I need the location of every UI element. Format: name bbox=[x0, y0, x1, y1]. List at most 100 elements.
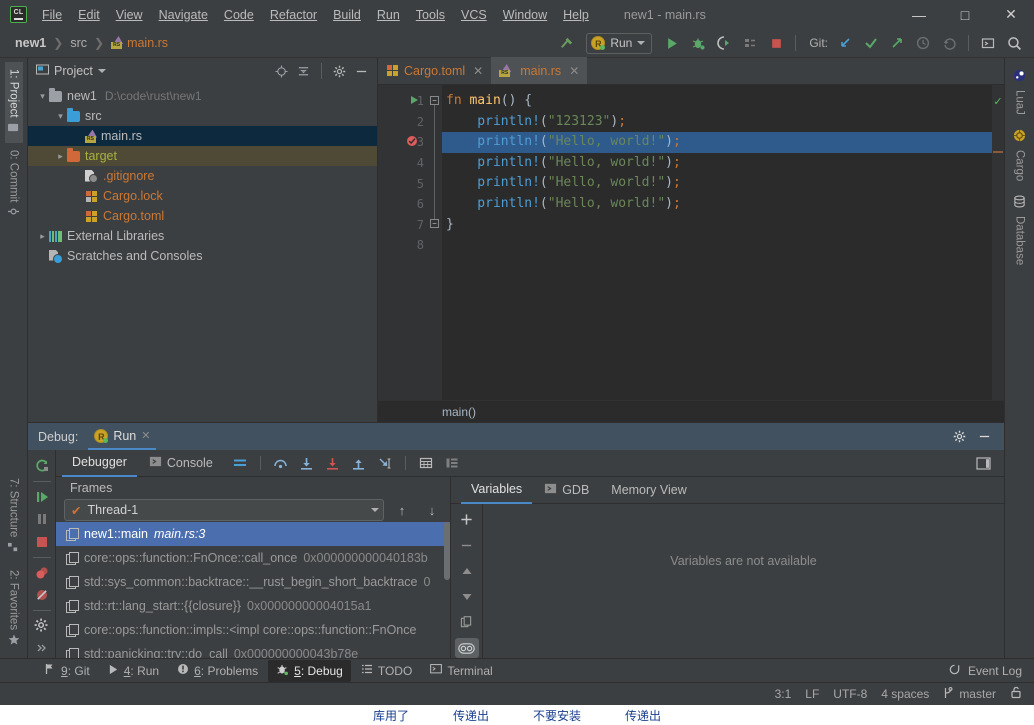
breakpoint-icon[interactable] bbox=[404, 135, 420, 150]
git-commit-icon[interactable] bbox=[859, 32, 883, 54]
tree-row-cargo-lock[interactable]: Cargo.lock bbox=[28, 186, 377, 206]
menu-file[interactable]: File bbox=[35, 4, 69, 26]
evaluate-icon[interactable] bbox=[415, 453, 437, 473]
close-icon[interactable]: ✕ bbox=[473, 64, 483, 78]
bottom-tab-problems[interactable]: 6: Problems bbox=[169, 660, 266, 681]
hide-panel-icon[interactable] bbox=[352, 62, 371, 81]
bottom-tab-terminal[interactable]: Terminal bbox=[422, 660, 500, 681]
menu-code[interactable]: Code bbox=[217, 4, 261, 26]
more-icon[interactable] bbox=[30, 638, 54, 658]
indent-setting[interactable]: 4 spaces bbox=[881, 687, 929, 701]
file-encoding[interactable]: UTF-8 bbox=[833, 687, 867, 701]
tab-main-rs[interactable]: main.rs ✕ bbox=[491, 57, 588, 84]
tree-row-scratches[interactable]: Scratches and Consoles bbox=[28, 246, 377, 266]
breadcrumb-src[interactable]: src bbox=[67, 35, 90, 51]
tab-console[interactable]: Console bbox=[139, 450, 223, 477]
bottom-tab-git[interactable]: 9: Git bbox=[36, 660, 98, 681]
frame-row[interactable]: std::sys_common::backtrace::__rust_begin… bbox=[56, 570, 450, 594]
step-into-icon[interactable] bbox=[296, 453, 318, 473]
tree-row-target[interactable]: target bbox=[28, 146, 377, 166]
settings-gear-icon[interactable] bbox=[30, 616, 54, 636]
chevron-right-icon[interactable] bbox=[54, 151, 67, 162]
tab-memory-view[interactable]: Memory View bbox=[601, 477, 696, 504]
run-to-cursor-icon[interactable] bbox=[374, 453, 396, 473]
menu-navigate[interactable]: Navigate bbox=[152, 4, 215, 26]
move-down-icon[interactable] bbox=[455, 587, 479, 607]
code-editor[interactable]: 1 2 3 4 5 6 7 8 − − fn main() {println!… bbox=[378, 85, 1004, 400]
threads-icon[interactable] bbox=[441, 453, 463, 473]
settings-gear-icon[interactable] bbox=[950, 427, 969, 446]
frame-row[interactable]: core::ops::function::FnOnce::call_once 0… bbox=[56, 546, 450, 570]
search-everywhere-icon[interactable] bbox=[1002, 32, 1026, 54]
close-icon[interactable]: ✕ bbox=[569, 64, 579, 78]
debug-session-tab[interactable]: R Run ✕ bbox=[88, 423, 157, 450]
ime-candidate-3[interactable]: 不要安装 bbox=[533, 707, 581, 724]
remove-watch-icon[interactable] bbox=[455, 536, 479, 556]
frame-row[interactable]: new1::main main.rs:3 bbox=[56, 521, 450, 546]
menu-tools[interactable]: Tools bbox=[409, 4, 452, 26]
step-over-icon[interactable] bbox=[270, 453, 292, 473]
sidebar-item-structure[interactable]: 7: Structure bbox=[5, 471, 23, 562]
frames-list[interactable]: new1::main main.rs:3 core::ops::function… bbox=[56, 521, 450, 658]
sidebar-item-database[interactable]: Database bbox=[1010, 188, 1029, 272]
sidebar-item-commit[interactable]: 0: Commit bbox=[5, 143, 23, 227]
code-text[interactable]: fn main() { println!("123123"); println!… bbox=[442, 85, 992, 400]
fold-collapse-icon[interactable]: − bbox=[430, 96, 439, 105]
fold-collapse-icon[interactable]: − bbox=[430, 219, 439, 228]
tree-row-src[interactable]: src bbox=[28, 106, 377, 126]
ime-candidate-4[interactable]: 传递出 bbox=[625, 707, 661, 724]
frame-row[interactable]: std::rt::lang_start::{{closure}} 0x00000… bbox=[56, 594, 450, 618]
frame-up-button[interactable]: ↑ bbox=[390, 500, 414, 520]
code-folding-column[interactable]: − − bbox=[428, 85, 442, 400]
chevron-right-icon[interactable] bbox=[36, 231, 49, 242]
rollback-icon[interactable] bbox=[937, 32, 961, 54]
maximize-button[interactable]: □ bbox=[942, 0, 988, 29]
menu-help[interactable]: Help bbox=[556, 4, 596, 26]
bottom-tab-todo[interactable]: TODO bbox=[353, 660, 420, 681]
watches-icon[interactable] bbox=[454, 638, 479, 659]
sidebar-item-project[interactable]: 1: Project bbox=[4, 62, 23, 143]
frame-row[interactable]: core::ops::function::impls::<impl core::… bbox=[56, 618, 450, 642]
tree-row-new1[interactable]: new1 D:\code\rust\new1 bbox=[28, 86, 377, 106]
mute-breakpoints-icon[interactable] bbox=[30, 585, 54, 605]
menu-window[interactable]: Window bbox=[496, 4, 554, 26]
tree-row-gitignore[interactable]: .gitignore bbox=[28, 166, 377, 186]
bottom-tab-debug[interactable]: 5: Debug bbox=[268, 659, 351, 682]
thread-select[interactable]: ✔ Thread-1 bbox=[64, 499, 384, 522]
marker-stripe[interactable] bbox=[993, 151, 1003, 153]
profile-icon[interactable] bbox=[738, 32, 762, 54]
tree-row-cargo-toml[interactable]: Cargo.toml bbox=[28, 206, 377, 226]
project-panel-title[interactable]: Project bbox=[36, 63, 106, 79]
frame-row[interactable]: std::panicking::try::do_call 0x000000000… bbox=[56, 642, 450, 658]
settings-gear-icon[interactable] bbox=[330, 62, 349, 81]
menu-view[interactable]: View bbox=[109, 4, 150, 26]
unlocked-icon[interactable] bbox=[1010, 686, 1022, 702]
menu-edit[interactable]: Edit bbox=[71, 4, 107, 26]
tree-row-external-libraries[interactable]: External Libraries bbox=[28, 226, 377, 246]
editor-breadcrumb-label[interactable]: main() bbox=[442, 405, 476, 419]
close-icon[interactable]: ✕ bbox=[141, 429, 150, 442]
resume-icon[interactable] bbox=[30, 487, 54, 507]
force-step-into-icon[interactable] bbox=[322, 453, 344, 473]
collapse-all-icon[interactable] bbox=[294, 62, 313, 81]
chevron-down-icon[interactable] bbox=[54, 111, 67, 122]
editor-gutter[interactable]: 1 2 3 4 5 6 7 8 bbox=[378, 85, 428, 400]
coverage-icon[interactable] bbox=[712, 32, 736, 54]
step-out-icon[interactable] bbox=[348, 453, 370, 473]
layout-icon[interactable] bbox=[229, 453, 251, 473]
frames-scrollbar[interactable] bbox=[444, 521, 450, 580]
history-icon[interactable] bbox=[911, 32, 935, 54]
stop-icon[interactable] bbox=[30, 531, 54, 551]
caret-position[interactable]: 3:1 bbox=[775, 687, 792, 701]
chevron-down-icon[interactable] bbox=[36, 91, 49, 102]
stop-icon[interactable] bbox=[764, 32, 788, 54]
minimize-button[interactable]: — bbox=[896, 0, 942, 29]
breadcrumb-project[interactable]: new1 bbox=[12, 35, 49, 51]
menu-vcs[interactable]: VCS bbox=[454, 4, 494, 26]
bottom-tab-run[interactable]: 4: Run bbox=[100, 661, 167, 681]
hide-panel-icon[interactable] bbox=[975, 427, 994, 446]
tab-gdb[interactable]: GDB bbox=[534, 477, 599, 504]
rerun-icon[interactable] bbox=[30, 456, 54, 476]
sidebar-item-favorites[interactable]: 2: Favorites bbox=[5, 563, 23, 656]
tab-debugger[interactable]: Debugger bbox=[62, 450, 137, 477]
